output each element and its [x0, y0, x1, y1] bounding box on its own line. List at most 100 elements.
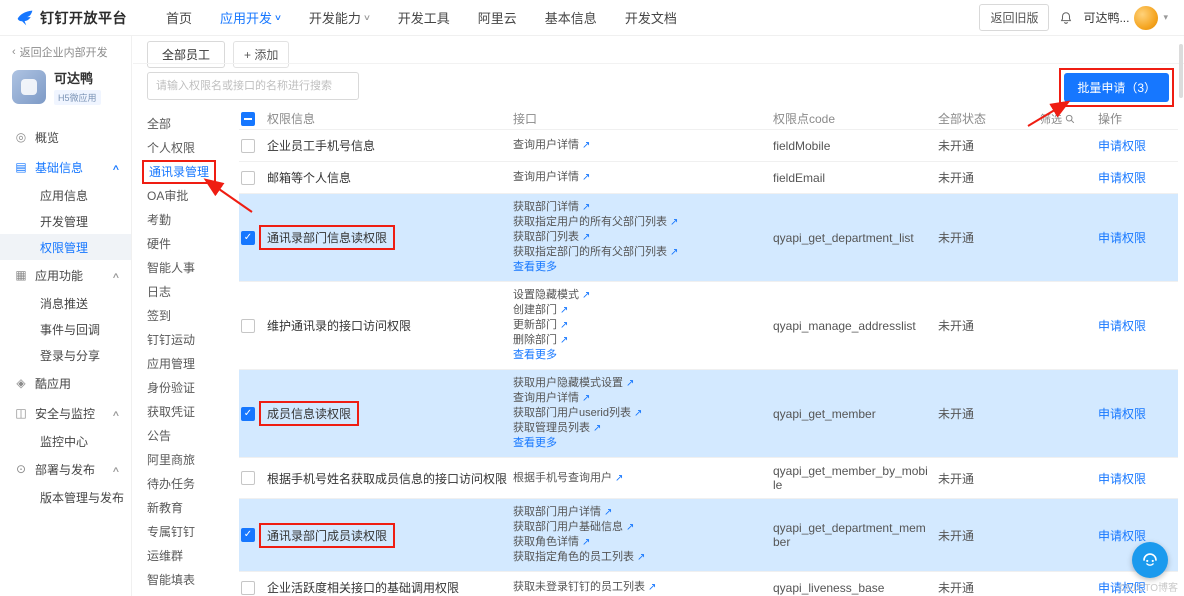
- api-link[interactable]: 查询用户详情↗: [513, 138, 590, 153]
- nav-item-阿里云[interactable]: 阿里云: [478, 8, 517, 27]
- category-日志[interactable]: 日志: [147, 280, 235, 304]
- sidebar-item-权限管理[interactable]: 权限管理: [0, 234, 131, 260]
- category-硬件[interactable]: 硬件: [147, 232, 235, 256]
- apply-permission-link[interactable]: 申请权限: [1098, 527, 1146, 544]
- status-text: 未开通: [938, 573, 1040, 596]
- sidebar-item-部署与发布[interactable]: ⊙部署与发布∧: [0, 454, 131, 484]
- api-link[interactable]: 查询用户详情↗: [513, 391, 590, 406]
- back-to-internal-dev-link[interactable]: ‹ 返回企业内部开发: [12, 44, 108, 60]
- select-all-checkbox[interactable]: [241, 112, 255, 126]
- user-menu[interactable]: 可达鸭... ▾: [1083, 6, 1168, 30]
- category-OA审批[interactable]: OA审批: [147, 184, 235, 208]
- category-公告[interactable]: 公告: [147, 424, 235, 448]
- sidebar-item-应用功能[interactable]: ▦应用功能∧: [0, 260, 131, 290]
- category-签到[interactable]: 签到: [147, 304, 235, 328]
- api-link[interactable]: 根据手机号查询用户↗: [513, 471, 623, 486]
- category-个人权限[interactable]: 个人权限: [147, 136, 235, 160]
- api-link[interactable]: 获取部门用户详情↗: [513, 505, 612, 520]
- permission-name-cell: 通讯录部门成员读权限: [267, 523, 513, 548]
- batch-apply-button[interactable]: 批量申请（3）: [1064, 73, 1169, 102]
- dingtalk-logo[interactable]: 钉钉开放平台: [0, 8, 150, 28]
- category-专属钉钉[interactable]: 专属钉钉: [147, 520, 235, 544]
- api-link[interactable]: 获取指定用户的所有父部门列表↗: [513, 215, 678, 230]
- apply-permission-link[interactable]: 申请权限: [1098, 137, 1146, 154]
- customer-service-float-button[interactable]: [1132, 542, 1168, 578]
- api-link[interactable]: 获取部门用户基础信息↗: [513, 520, 634, 535]
- api-link-label: 查询用户详情: [513, 138, 579, 153]
- row-checkbox[interactable]: [241, 139, 255, 153]
- view-more-link[interactable]: 查看更多: [513, 348, 557, 363]
- nav-item-首页[interactable]: 首页: [166, 8, 192, 27]
- category-获取凭证[interactable]: 获取凭证: [147, 400, 235, 424]
- nav-item-开发能力[interactable]: 开发能力∨: [309, 8, 370, 27]
- category-运维群[interactable]: 运维群: [147, 544, 235, 568]
- chevron-down-icon: ∨: [363, 13, 371, 22]
- sidebar-item-版本管理与发布[interactable]: 版本管理与发布: [0, 484, 131, 510]
- api-link[interactable]: 更新部门↗: [513, 318, 568, 333]
- apply-permission-link[interactable]: 申请权限: [1098, 405, 1146, 422]
- category-通讯录管理[interactable]: 通讯录管理: [142, 160, 216, 184]
- sidebar-item-消息推送[interactable]: 消息推送: [0, 290, 131, 316]
- row-checkbox[interactable]: [241, 528, 255, 542]
- view-more-link[interactable]: 查看更多: [513, 436, 557, 451]
- nav-item-基本信息[interactable]: 基本信息: [545, 8, 597, 27]
- apply-permission-link[interactable]: 申请权限: [1098, 169, 1146, 186]
- permission-name-cell: 通讯录部门信息读权限: [267, 225, 513, 250]
- api-link[interactable]: 获取指定角色的员工列表↗: [513, 550, 645, 565]
- category-智能人事[interactable]: 智能人事: [147, 256, 235, 280]
- api-link[interactable]: 获取部门详情↗: [513, 200, 590, 215]
- row-checkbox[interactable]: [241, 171, 255, 185]
- row-checkbox[interactable]: [241, 581, 255, 595]
- filter-spacer-cell: [1040, 408, 1098, 420]
- sidebar-item-酷应用[interactable]: ◈酷应用: [0, 368, 131, 398]
- sidebar-item-开发管理[interactable]: 开发管理: [0, 208, 131, 234]
- sidebar-item-登录与分享[interactable]: 登录与分享: [0, 342, 131, 368]
- sidebar-item-事件与回调[interactable]: 事件与回调: [0, 316, 131, 342]
- category-身份验证[interactable]: 身份验证: [147, 376, 235, 400]
- category-钉钉运动[interactable]: 钉钉运动: [147, 328, 235, 352]
- notification-bell-icon[interactable]: [1059, 11, 1073, 25]
- vertical-scrollbar-thumb[interactable]: [1179, 44, 1183, 98]
- row-checkbox[interactable]: [241, 407, 255, 421]
- checkbox-cell: [239, 165, 267, 191]
- permission-search-input[interactable]: [147, 72, 359, 100]
- api-link[interactable]: 获取用户隐藏模式设置↗: [513, 376, 634, 391]
- view-more-link[interactable]: 查看更多: [513, 260, 557, 275]
- row-checkbox[interactable]: [241, 231, 255, 245]
- sidebar-item-基础信息[interactable]: ▤基础信息∧: [0, 152, 131, 182]
- nav-item-开发工具[interactable]: 开发工具: [398, 8, 450, 27]
- category-考勤[interactable]: 考勤: [147, 208, 235, 232]
- api-link[interactable]: 创建部门↗: [513, 303, 568, 318]
- apply-permission-link[interactable]: 申请权限: [1098, 229, 1146, 246]
- status-text: 未开通: [938, 223, 1040, 252]
- sidebar-item-概览[interactable]: ◎概览: [0, 122, 131, 152]
- back-to-old-version-button[interactable]: 返回旧版: [979, 4, 1049, 31]
- filter-control[interactable]: 筛选: [1040, 111, 1075, 127]
- category-新教育[interactable]: 新教育: [147, 496, 235, 520]
- nav-item-应用开发[interactable]: 应用开发∨: [220, 8, 281, 27]
- api-link[interactable]: 获取部门列表↗: [513, 230, 590, 245]
- row-checkbox[interactable]: [241, 319, 255, 333]
- sidebar-item-监控中心[interactable]: 监控中心: [0, 428, 131, 454]
- sidebar-item-应用信息[interactable]: 应用信息: [0, 182, 131, 208]
- api-link[interactable]: 获取管理员列表↗: [513, 421, 601, 436]
- apply-permission-link[interactable]: 申请权限: [1098, 317, 1146, 334]
- status-text: 未开通: [938, 464, 1040, 493]
- sidebar-item-安全与监控[interactable]: ◫安全与监控∧: [0, 398, 131, 428]
- api-link[interactable]: 查询用户详情↗: [513, 170, 590, 185]
- api-link[interactable]: 设置隐藏模式↗: [513, 288, 590, 303]
- category-待办任务[interactable]: 待办任务: [147, 472, 235, 496]
- api-link[interactable]: 获取指定部门的所有父部门列表↗: [513, 245, 678, 260]
- category-阿里商旅[interactable]: 阿里商旅: [147, 448, 235, 472]
- api-link[interactable]: 获取部门用户userid列表↗: [513, 406, 642, 421]
- sidebar-menu: ◎概览▤基础信息∧应用信息开发管理权限管理▦应用功能∧消息推送事件与回调登录与分…: [0, 122, 131, 510]
- api-link[interactable]: 获取角色详情↗: [513, 535, 590, 550]
- api-link[interactable]: 获取未登录钉钉的员工列表↗: [513, 580, 656, 595]
- category-全部[interactable]: 全部: [147, 112, 235, 136]
- api-link[interactable]: 删除部门↗: [513, 333, 568, 348]
- row-checkbox[interactable]: [241, 471, 255, 485]
- category-应用管理[interactable]: 应用管理: [147, 352, 235, 376]
- category-智能填表[interactable]: 智能填表: [147, 568, 235, 592]
- nav-item-开发文档[interactable]: 开发文档: [625, 8, 677, 27]
- apply-permission-link[interactable]: 申请权限: [1098, 470, 1146, 487]
